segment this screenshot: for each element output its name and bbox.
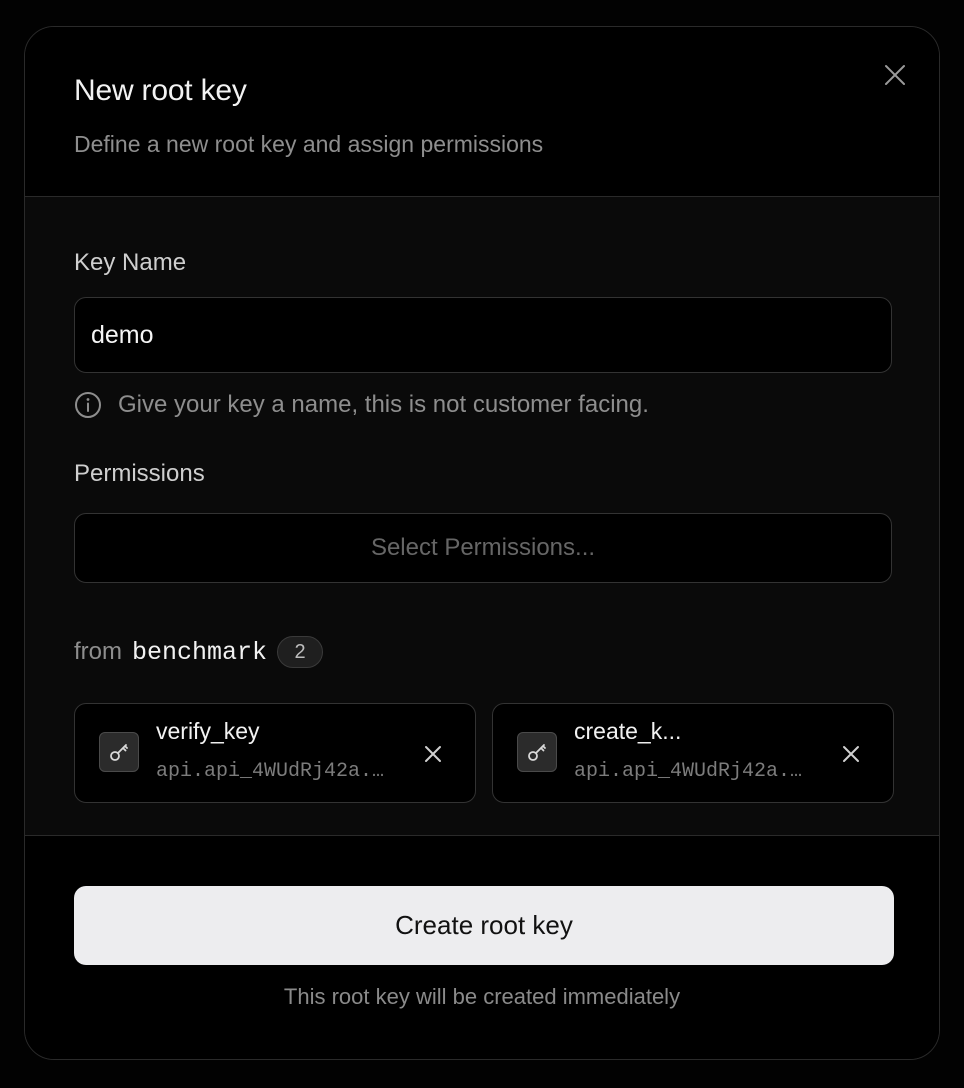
permission-path: api.api_4WUdRj42a... (156, 760, 396, 783)
key-name-input[interactable] (74, 297, 892, 373)
dialog-header: New root key Define a new root key and a… (25, 27, 939, 197)
key-icon (99, 732, 139, 772)
permissions-label: Permissions (74, 460, 205, 487)
remove-permission-button[interactable] (833, 736, 869, 772)
from-label: from (74, 638, 122, 665)
permissions-select[interactable]: Select Permissions... (74, 513, 892, 583)
info-icon (75, 392, 101, 418)
close-icon (425, 746, 441, 762)
key-name-hint: Give your key a name, this is not custom… (74, 391, 649, 419)
close-icon (885, 65, 905, 85)
create-root-key-button[interactable]: Create root key (74, 886, 894, 965)
dialog-title: New root key (74, 74, 247, 107)
permission-name: verify_key (156, 718, 260, 744)
key-icon (517, 732, 557, 772)
permission-card: create_k... api.api_4WUdRj42a... (492, 703, 894, 803)
footer-note: This root key will be created immediatel… (283, 984, 681, 1009)
permission-path: api.api_4WUdRj42a... (574, 760, 814, 783)
api-name: benchmark (132, 637, 268, 667)
close-button[interactable] (879, 59, 911, 91)
permission-name: create_k... (574, 718, 682, 744)
key-name-label: Key Name (74, 249, 187, 276)
dialog-body: Key Name Give your key a name, this is n… (25, 197, 939, 835)
new-root-key-dialog: New root key Define a new root key and a… (24, 26, 940, 1060)
remove-permission-button[interactable] (415, 736, 451, 772)
permissions-select-placeholder: Select Permissions... (370, 534, 596, 561)
close-icon (843, 746, 859, 762)
permission-card: verify_key api.api_4WUdRj42a... (74, 703, 476, 803)
dialog-subtitle: Define a new root key and assign permiss… (74, 131, 544, 157)
permissions-source: from benchmark 2 (74, 635, 324, 669)
dialog-footer: Create root key This root key will be cr… (25, 835, 939, 1059)
key-name-hint-text: Give your key a name, this is not custom… (118, 391, 649, 418)
permission-count-badge: 2 (277, 636, 324, 668)
